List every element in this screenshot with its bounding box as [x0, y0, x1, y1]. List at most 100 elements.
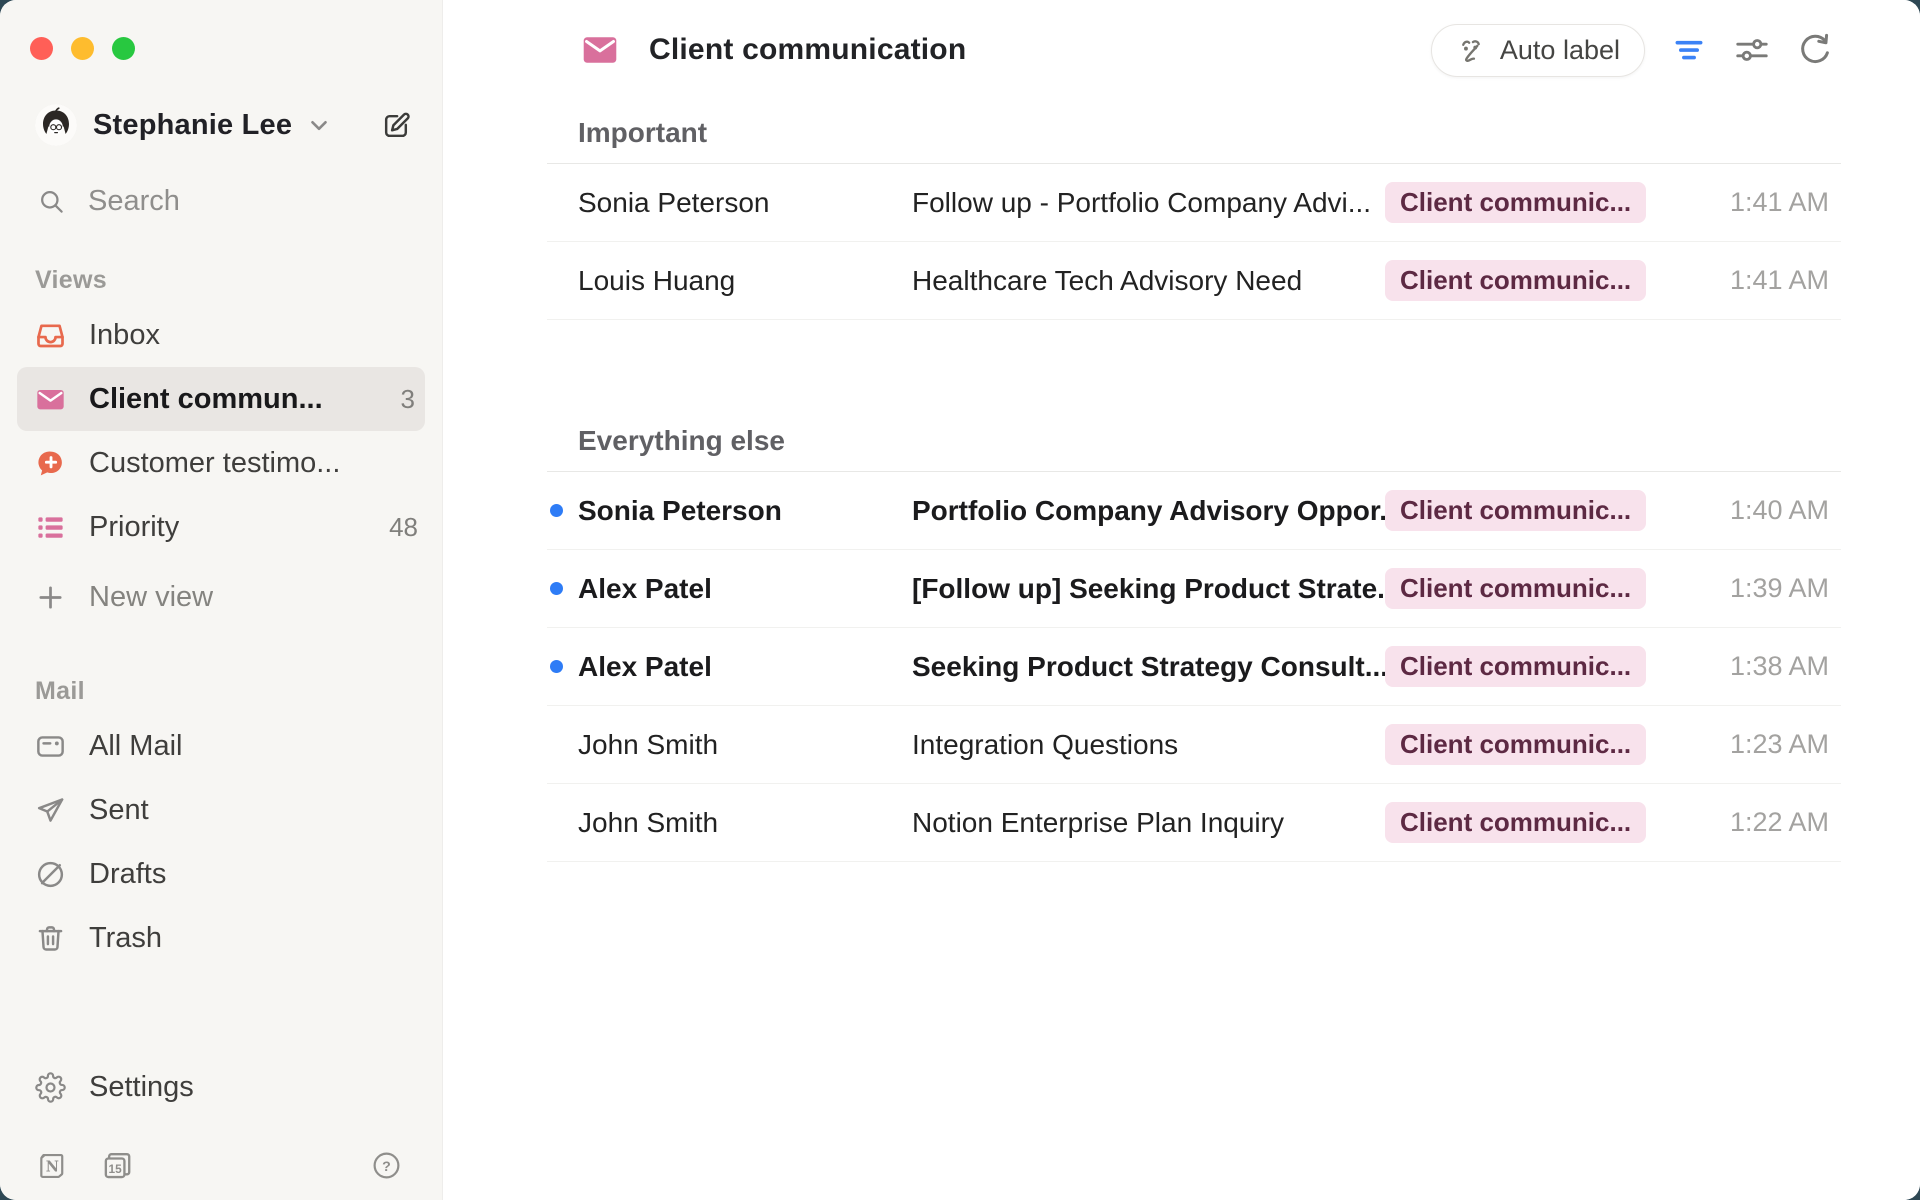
- email-subject: Integration Questions: [912, 729, 1385, 761]
- avatar: [35, 104, 77, 146]
- email-row[interactable]: Alex Patel Seeking Product Strategy Cons…: [547, 628, 1841, 706]
- sidebar-section-label: Views: [35, 266, 442, 295]
- auto-label-button[interactable]: Auto label: [1431, 24, 1645, 77]
- draft-icon: [35, 859, 66, 890]
- help-icon[interactable]: ?: [371, 1150, 402, 1181]
- email-sender: Louis Huang: [578, 265, 912, 297]
- plus-icon: [35, 582, 66, 613]
- email-list: Important Sonia Peterson Follow up - Por…: [547, 76, 1841, 862]
- sidebar-item-label: Sent: [89, 794, 149, 827]
- sidebar-item-new-view[interactable]: New view: [0, 565, 442, 629]
- unread-dot: [550, 582, 563, 595]
- sidebar-item-customer-testimonials[interactable]: Customer testimo...: [0, 431, 442, 495]
- email-label-badge[interactable]: Client communic...: [1385, 490, 1646, 531]
- email-subject: Notion Enterprise Plan Inquiry: [912, 807, 1385, 839]
- sidebar-item-all-mail[interactable]: All Mail: [0, 714, 442, 778]
- email-row[interactable]: Sonia Peterson Portfolio Company Advisor…: [547, 472, 1841, 550]
- mail-label-icon: [583, 36, 617, 64]
- sidebar-item-label: Customer testimo...: [89, 447, 340, 480]
- email-sender: John Smith: [578, 729, 912, 761]
- email-time: 1:22 AM: [1730, 807, 1841, 838]
- email-time: 1:38 AM: [1730, 651, 1841, 682]
- sidebar-item-label: Trash: [89, 922, 162, 955]
- priority-list-icon: [35, 512, 66, 543]
- chevron-down-icon: [306, 112, 332, 138]
- notion-icon[interactable]: N: [35, 1149, 68, 1182]
- email-subject: [Follow up] Seeking Product Strate...: [912, 573, 1385, 605]
- auto-label-text: Auto label: [1500, 35, 1620, 66]
- minimize-button[interactable]: [71, 37, 94, 60]
- email-sender: Alex Patel: [578, 651, 912, 683]
- close-button[interactable]: [30, 37, 53, 60]
- auto-label-icon: [1456, 35, 1487, 66]
- email-label-badge[interactable]: Client communic...: [1385, 802, 1646, 843]
- search-button[interactable]: Search: [0, 185, 442, 218]
- compose-button[interactable]: [381, 110, 412, 141]
- email-row[interactable]: John Smith Integration Questions Client …: [547, 706, 1841, 784]
- email-time: 1:39 AM: [1730, 573, 1841, 604]
- search-label: Search: [88, 185, 180, 218]
- window-controls: [0, 0, 442, 60]
- sidebar-item-drafts[interactable]: Drafts: [0, 842, 442, 906]
- email-sender: Alex Patel: [578, 573, 912, 605]
- page-title: Client communication: [649, 33, 966, 67]
- all-mail-icon: [35, 731, 66, 762]
- unread-dot: [550, 660, 563, 673]
- sidebar-item-inbox[interactable]: Inbox: [0, 303, 442, 367]
- sidebar-item-label: Drafts: [89, 858, 166, 891]
- sidebar-section-label: Mail: [35, 677, 442, 706]
- app-window: Stephanie Lee Search Views Inbox: [0, 0, 1920, 1200]
- sidebar-item-count: 48: [389, 512, 418, 543]
- chat-plus-icon: [35, 448, 66, 479]
- search-icon: [38, 188, 65, 215]
- email-subject: Follow up - Portfolio Company Advi...: [912, 187, 1385, 219]
- email-section: Everything else Sonia Peterson Portfolio…: [547, 424, 1841, 862]
- sidebar-item-label: Inbox: [89, 319, 160, 352]
- email-row[interactable]: Alex Patel [Follow up] Seeking Product S…: [547, 550, 1841, 628]
- email-sender: Sonia Peterson: [578, 495, 912, 527]
- sidebar-item-settings[interactable]: Settings: [35, 1071, 194, 1104]
- sidebar-item-label: Client commun...: [89, 383, 323, 416]
- section-title: Everything else: [547, 424, 1841, 458]
- section-title: Important: [547, 116, 1841, 150]
- sidebar-nav: Views Inbox Client commun... 3 Customer …: [0, 266, 442, 970]
- sidebar-item-count: 3: [401, 384, 415, 415]
- email-section: Important Sonia Peterson Follow up - Por…: [547, 116, 1841, 320]
- calendar-icon[interactable]: 15: [102, 1149, 135, 1182]
- send-icon: [35, 795, 66, 826]
- sidebar-item-label: All Mail: [89, 730, 182, 763]
- email-subject: Portfolio Company Advisory Oppor...: [912, 495, 1385, 527]
- trash-icon: [35, 923, 66, 954]
- inbox-icon: [35, 320, 66, 351]
- header-actions: Auto label: [1431, 24, 1834, 77]
- svg-text:?: ?: [382, 1159, 391, 1175]
- email-row[interactable]: Sonia Peterson Follow up - Portfolio Com…: [547, 164, 1841, 242]
- email-time: 1:23 AM: [1730, 729, 1841, 760]
- email-sender: John Smith: [578, 807, 912, 839]
- settings-label: Settings: [89, 1071, 194, 1104]
- display-settings-icon[interactable]: [1733, 31, 1771, 69]
- filter-icon[interactable]: [1670, 31, 1708, 69]
- email-label-badge[interactable]: Client communic...: [1385, 646, 1646, 687]
- email-label-badge[interactable]: Client communic...: [1385, 568, 1646, 609]
- email-time: 1:40 AM: [1730, 495, 1841, 526]
- sidebar-item-trash[interactable]: Trash: [0, 906, 442, 970]
- sidebar-item-priority[interactable]: Priority 48: [0, 495, 442, 559]
- email-label-badge[interactable]: Client communic...: [1385, 260, 1646, 301]
- email-label-badge[interactable]: Client communic...: [1385, 182, 1646, 223]
- sidebar: Stephanie Lee Search Views Inbox: [0, 0, 443, 1200]
- sidebar-item-label: Priority: [89, 511, 179, 544]
- unread-dot: [550, 504, 563, 517]
- sidebar-item-sent[interactable]: Sent: [0, 778, 442, 842]
- sidebar-item-client-communication[interactable]: Client commun... 3: [17, 367, 425, 431]
- email-row[interactable]: John Smith Notion Enterprise Plan Inquir…: [547, 784, 1841, 862]
- email-subject: Healthcare Tech Advisory Need: [912, 265, 1385, 297]
- mail-icon: [35, 384, 66, 415]
- refresh-icon[interactable]: [1796, 31, 1834, 69]
- email-label-badge[interactable]: Client communic...: [1385, 724, 1646, 765]
- email-row[interactable]: Louis Huang Healthcare Tech Advisory Nee…: [547, 242, 1841, 320]
- email-time: 1:41 AM: [1730, 187, 1841, 218]
- account-switcher[interactable]: Stephanie Lee: [35, 103, 412, 147]
- zoom-button[interactable]: [112, 37, 135, 60]
- svg-text:N: N: [46, 1159, 59, 1176]
